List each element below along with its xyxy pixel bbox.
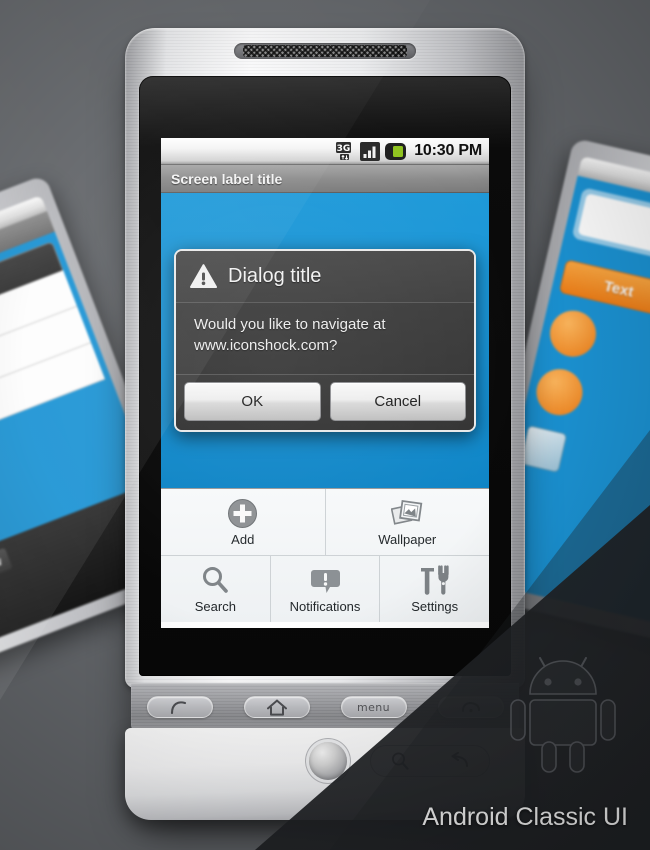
menu-item-search[interactable]: Search: [161, 556, 271, 622]
menu-row: Add Wallpaper: [161, 489, 489, 556]
back-arrow-icon[interactable]: [448, 752, 470, 770]
pictures-icon: [390, 498, 424, 529]
hammer-wrench-icon: [419, 565, 450, 596]
hw-end-call-button[interactable]: [437, 696, 504, 718]
menu-item-label: Add: [231, 531, 255, 547]
plus-circle-icon: [227, 498, 258, 529]
dialog-header: Dialog title: [176, 251, 474, 303]
menu-item-label: Wallpaper: [378, 531, 437, 547]
ok-button[interactable]: OK: [184, 381, 321, 421]
options-menu: Add Wallpaper Search Notifications Setti…: [161, 488, 489, 622]
menu-item-wallpaper[interactable]: Wallpaper: [326, 489, 490, 555]
hw-call-button[interactable]: [146, 696, 213, 718]
speech-bubble-alert-icon: [310, 565, 341, 596]
screenshot-canvas: Screen label title Rad Menu Men Me q w a: [0, 0, 650, 850]
screen-title-label: Screen label title: [171, 170, 283, 187]
warning-triangle-icon: [190, 264, 217, 289]
hardware-button-row: menu: [131, 683, 519, 731]
svg-text:3G: 3G: [337, 144, 351, 154]
wallpaper: Dialog title Would you like to navigate …: [161, 193, 489, 488]
app-icon[interactable]: [519, 424, 568, 473]
3g-signal-icon: 3G: [335, 141, 355, 161]
trackball[interactable]: [309, 742, 347, 780]
menu-item-add[interactable]: Add: [161, 489, 326, 555]
menu-row: Search Notifications Settings: [161, 556, 489, 622]
dialog-title: Dialog title: [228, 265, 322, 287]
phone-screen: 3G 10:30 PM Screen label title Dialog ti…: [161, 138, 489, 628]
menu-item-label: Search: [194, 598, 236, 614]
search-input[interactable]: [577, 193, 650, 268]
key-w[interactable]: w: [0, 547, 14, 578]
menu-item-settings[interactable]: Settings: [380, 556, 489, 622]
status-bar: 3G 10:30 PM: [161, 138, 489, 165]
menu-item-label: Settings: [411, 598, 459, 614]
android-mascot-logo: [510, 657, 616, 773]
orange-icon[interactable]: [531, 364, 588, 420]
cell-signal-icon: [360, 141, 381, 161]
earpiece-speaker-grille: [234, 43, 416, 59]
alert-dialog: Dialog title Would you like to navigate …: [174, 249, 476, 432]
main-phone: 3G 10:30 PM Screen label title Dialog ti…: [125, 28, 525, 820]
caption-text: Android Classic UI: [422, 803, 628, 831]
cancel-button[interactable]: Cancel: [329, 381, 466, 421]
battery-icon: [385, 142, 409, 160]
status-clock: 10:30 PM: [414, 142, 482, 159]
magnifier-icon: [200, 565, 230, 596]
orange-icon[interactable]: [545, 306, 601, 362]
magnifier-icon[interactable]: [390, 751, 410, 771]
dialog-button-bar: OK Cancel: [176, 373, 474, 430]
menu-item-label: Notifications: [289, 598, 361, 614]
search-back-pill: [370, 745, 490, 777]
menu-item-notifications[interactable]: Notifications: [271, 556, 381, 622]
hw-home-button[interactable]: [243, 696, 310, 718]
hw-menu-label: menu: [356, 700, 391, 714]
hw-menu-button[interactable]: menu: [340, 696, 407, 718]
dialog-message: Would you like to navigate at www.iconsh…: [176, 303, 474, 374]
screen-title-bar: Screen label title: [161, 165, 489, 193]
